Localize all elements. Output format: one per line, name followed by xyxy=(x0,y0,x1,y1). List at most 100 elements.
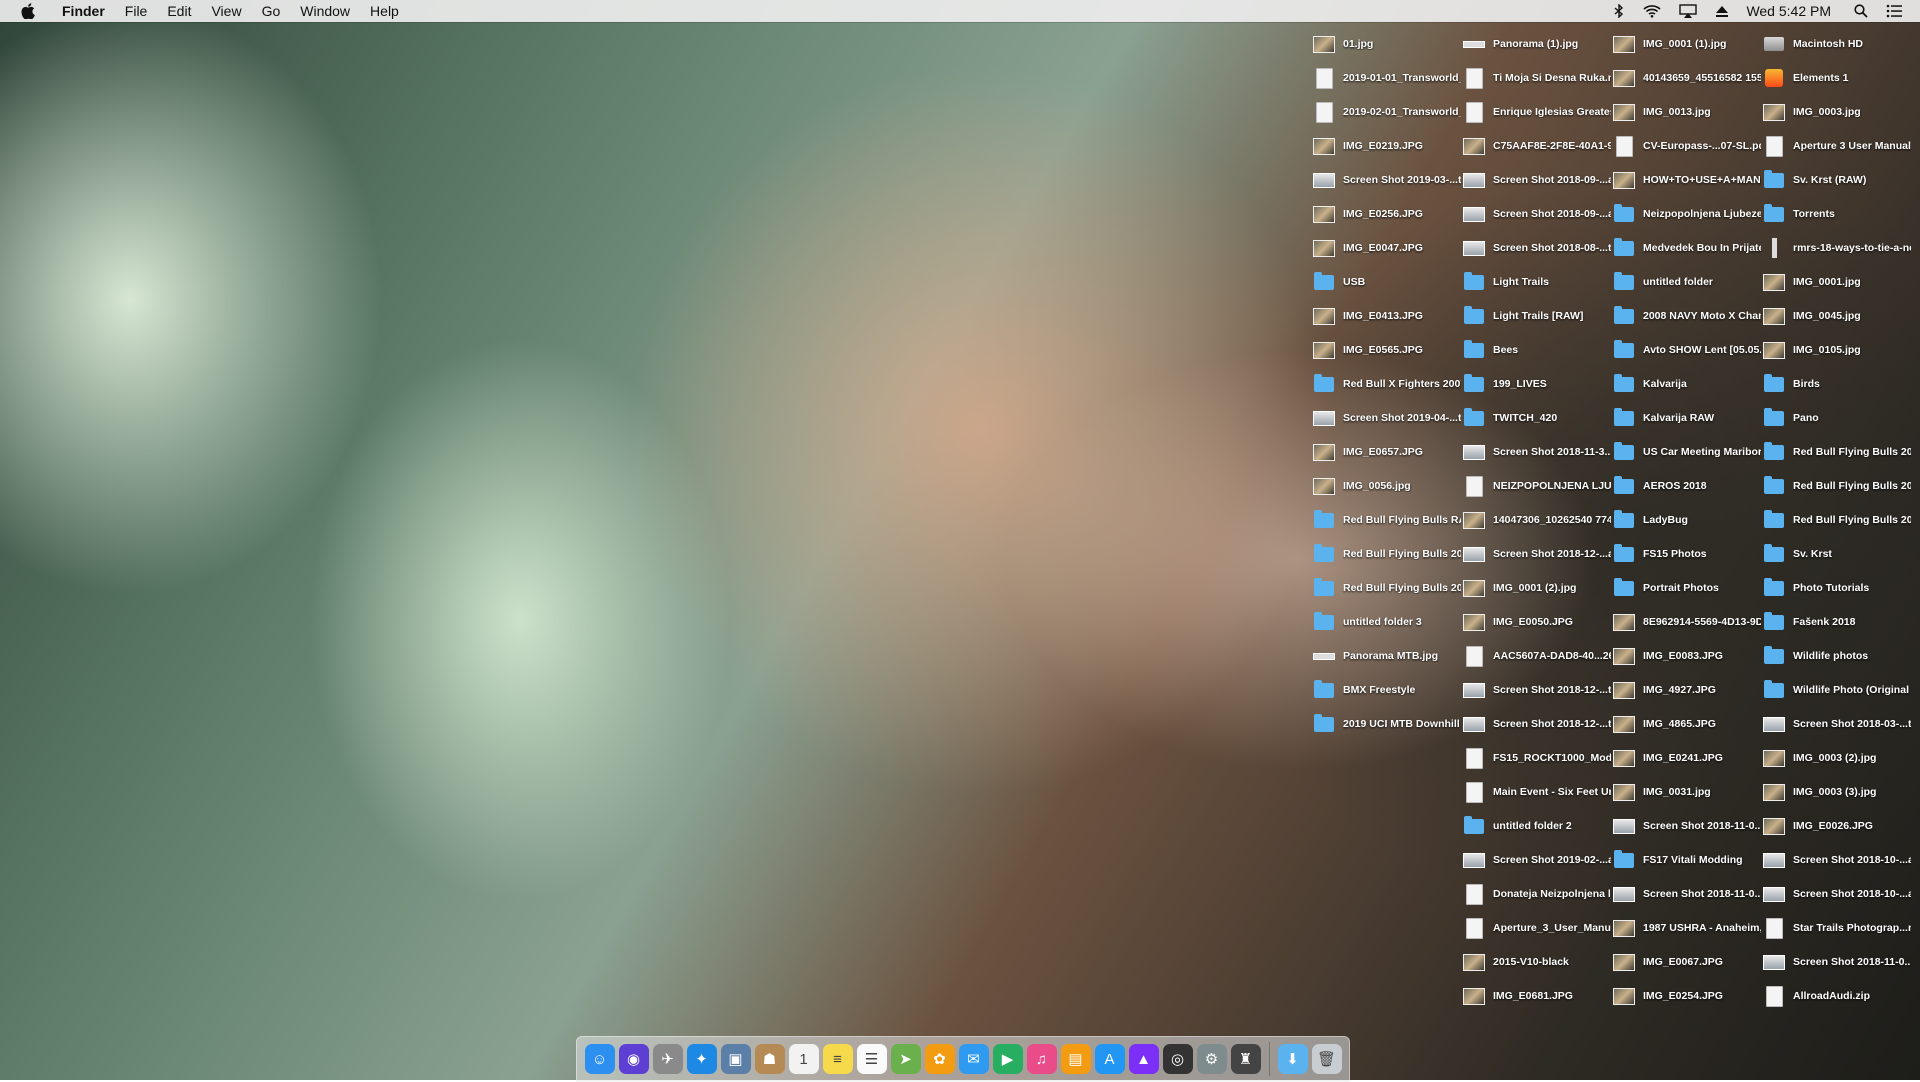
desktop-item[interactable]: Red Bull Flying Bulls 2019 xyxy=(1313,538,1463,570)
desktop-item[interactable]: IMG_0031.jpg xyxy=(1613,776,1763,808)
photos-icon[interactable]: ✿ xyxy=(924,1044,955,1074)
desktop-item[interactable]: 2008 NAVY Moto X Championships xyxy=(1613,300,1763,332)
desktop-item[interactable]: Enrique Iglesias Greatest...glesias.mp3 xyxy=(1463,96,1613,128)
desktop-item[interactable]: IMG_4927.JPG xyxy=(1613,674,1763,706)
desktop-item[interactable]: 1987 USHRA - Anaheim, CA.mp4 xyxy=(1613,912,1763,944)
desktop-item[interactable]: IMG_0013.jpg xyxy=(1613,96,1763,128)
desktop-item[interactable]: Screen Shot 2018-11-3...t 20.03.18 xyxy=(1463,436,1613,468)
desktop-item[interactable]: Screen Shot 2018-12-...t 14.16.37 xyxy=(1463,674,1613,706)
desktop-item[interactable]: untitled folder 2 xyxy=(1463,810,1613,842)
desktop-item[interactable]: Screen Shot 2019-02-...at 02.15.18 xyxy=(1463,844,1613,876)
aperture-icon[interactable]: ◎ xyxy=(1162,1044,1193,1074)
desktop-item[interactable]: Screen Shot 2018-09-...at 19.37.12 xyxy=(1463,198,1613,230)
desktop-item[interactable]: Screen Shot 2019-03-...t 22.52.48 xyxy=(1313,164,1463,196)
desktop-item[interactable]: Screen Shot 2018-10-...at 11.45.23 xyxy=(1763,878,1913,910)
desktop-item[interactable]: IMG_E0681.JPG xyxy=(1463,980,1613,1012)
desktop-item[interactable]: Aperture_3_User_Manual.pdf xyxy=(1463,912,1613,944)
menu-app-finder[interactable]: Finder xyxy=(52,3,115,19)
menu-file[interactable]: File xyxy=(115,3,158,19)
desktop-item[interactable]: IMG_E0047.JPG xyxy=(1313,232,1463,264)
desktop-item[interactable]: Macintosh HD xyxy=(1763,28,1913,60)
desktop-item[interactable]: Red Bull Flying Bulls 2018 xyxy=(1763,436,1913,468)
desktop-item[interactable]: Screen Shot 2018-11-0...t 13.06.01 xyxy=(1613,810,1763,842)
desktop-item[interactable]: 2019-01-01_Transworld_Motocross.pdf xyxy=(1313,62,1463,94)
desktop-item[interactable]: IMG_4865.JPG xyxy=(1613,708,1763,740)
desktop-item[interactable]: Portrait Photos xyxy=(1613,572,1763,604)
desktop-item[interactable]: Bees xyxy=(1463,334,1613,366)
desktop-item[interactable]: untitled folder xyxy=(1613,266,1763,298)
preview-icon[interactable]: ▣ xyxy=(720,1044,751,1074)
menubar-clock[interactable]: Wed 5:42 PM xyxy=(1746,3,1831,19)
desktop-item[interactable]: Medvedek Bou In Prijateljčki xyxy=(1613,232,1763,264)
desktop-item[interactable]: IMG_0001 (1).jpg xyxy=(1613,28,1763,60)
desktop-item[interactable]: USB xyxy=(1313,266,1463,298)
desktop-item[interactable]: 14047306_10262540 77493412...979_o.jpg xyxy=(1463,504,1613,536)
desktop-item[interactable]: CV-Europass-...07-SL.pdf xyxy=(1613,130,1763,162)
desktop-item[interactable]: Screen Shot 2018-03-...t 16.46.06 xyxy=(1763,708,1913,740)
desktop-item[interactable]: Donateja Neizpolnjena ljubezen.pdf xyxy=(1463,878,1613,910)
desktop-item[interactable]: IMG_E0083.JPG xyxy=(1613,640,1763,672)
affinity-icon[interactable]: ▲ xyxy=(1128,1044,1159,1074)
desktop-item[interactable]: Screen Shot 2018-12-...t 00.21.20 xyxy=(1463,708,1613,740)
desktop-item[interactable]: AAC5607A-DAD8-40...269C.jpeg xyxy=(1463,640,1613,672)
desktop-item[interactable]: Screen Shot 2018-11-0...t 19.31.07 xyxy=(1763,946,1913,978)
safari-icon[interactable]: ✦ xyxy=(686,1044,717,1074)
siri-icon[interactable]: ◉ xyxy=(618,1044,649,1074)
bluetooth-icon[interactable] xyxy=(1613,4,1625,18)
desktop-item[interactable]: Wildlife photos xyxy=(1763,640,1913,672)
desktop-item[interactable]: rmrs-18-ways-to-tie-a-necktie-poster-600 xyxy=(1763,232,1913,264)
desktop-item[interactable]: Kalvarija xyxy=(1613,368,1763,400)
desktop-item[interactable]: IMG_0001 (2).jpg xyxy=(1463,572,1613,604)
desktop-item[interactable]: Kalvarija RAW xyxy=(1613,402,1763,434)
apple-menu-icon[interactable] xyxy=(18,1,38,21)
menu-go[interactable]: Go xyxy=(252,3,291,19)
desktop-item[interactable]: Light Trails [RAW] xyxy=(1463,300,1613,332)
desktop-item[interactable]: FS15 Photos xyxy=(1613,538,1763,570)
desktop-item[interactable]: Sv. Krst xyxy=(1763,538,1913,570)
desktop-item[interactable]: Photo Tutorials xyxy=(1763,572,1913,604)
desktop-item[interactable]: IMG_E0219.JPG xyxy=(1313,130,1463,162)
desktop-item[interactable]: Pano xyxy=(1763,402,1913,434)
launchpad-icon[interactable]: ✈ xyxy=(652,1044,683,1074)
desktop-item[interactable]: Star Trails Photograp...ning Tools xyxy=(1763,912,1913,944)
desktop-item[interactable]: 2019-02-01_Transworld_Motocross.pdf xyxy=(1313,96,1463,128)
desktop-item[interactable]: Red Bull Flying Bulls 2018 Video xyxy=(1763,504,1913,536)
desktop-item[interactable]: IMG_0056.jpg xyxy=(1313,470,1463,502)
desktop-item[interactable]: IMG_0003 (2).jpg xyxy=(1763,742,1913,774)
desktop-item[interactable]: IMG_0001.jpg xyxy=(1763,266,1913,298)
notes-icon[interactable]: ≡ xyxy=(822,1044,853,1074)
desktop-item[interactable]: C75AAF8E-2F8E-40A1-9E3F-E...42F21.jpeg xyxy=(1463,130,1613,162)
finder-icon[interactable]: ☺ xyxy=(584,1044,615,1074)
desktop-item[interactable]: IMG_0003.jpg xyxy=(1763,96,1913,128)
desktop-item[interactable]: IMG_0045.jpg xyxy=(1763,300,1913,332)
desktop-item[interactable]: HOW+TO+USE+A+MANFROTTO...IPOD.mp4 xyxy=(1613,164,1763,196)
desktop-item[interactable]: Screen Shot 2018-09-...at 19.37.55 xyxy=(1463,164,1613,196)
desktop-item[interactable]: 199_LIVES xyxy=(1463,368,1613,400)
desktop-item[interactable]: IMG_0003 (3).jpg xyxy=(1763,776,1913,808)
desktop-item[interactable]: Main Event - Six Feet Undergro...tus EP.… xyxy=(1463,776,1613,808)
messages-icon[interactable]: ✉ xyxy=(958,1044,989,1074)
desktop-item[interactable]: IMG_E0256.JPG xyxy=(1313,198,1463,230)
desktop-item[interactable]: Red Bull Flying Bulls 2019 (1) xyxy=(1313,572,1463,604)
desktop-item[interactable]: Elements 1 xyxy=(1763,62,1913,94)
desktop-item[interactable]: 2019 UCI MTB Downhill xyxy=(1313,708,1463,740)
maps-icon[interactable]: ➤ xyxy=(890,1044,921,1074)
trash-icon[interactable]: 🗑 xyxy=(1311,1044,1342,1074)
airplay-icon[interactable] xyxy=(1679,4,1698,18)
desktop-item[interactable]: Neizpopolnjena Ljubezen xyxy=(1613,198,1763,230)
desktop-item[interactable]: Screen Shot 2018-10-...at 03.11.27 xyxy=(1763,844,1913,876)
desktop-item[interactable]: AEROS 2018 xyxy=(1613,470,1763,502)
desktop-item[interactable]: FS15_ROCKT1000_ModLandNet_2.zip xyxy=(1463,742,1613,774)
itunes-icon[interactable]: ♫ xyxy=(1026,1044,1057,1074)
desktop-item[interactable]: TWITCH_420 xyxy=(1463,402,1613,434)
facetime-icon[interactable]: ▶ xyxy=(992,1044,1023,1074)
desktop-item[interactable]: LadyBug xyxy=(1613,504,1763,536)
desktop-item[interactable]: BMX Freestyle xyxy=(1313,674,1463,706)
desktop-item[interactable]: Screen Shot 2018-08-...t 18.04.22 xyxy=(1463,232,1613,264)
contacts-icon[interactable]: ☗ xyxy=(754,1044,785,1074)
desktop-item[interactable]: 40143659_45516582 1558537_...2980352_n xyxy=(1613,62,1763,94)
desktop-item[interactable]: Screen Shot 2019-04-...t 20.50.02 xyxy=(1313,402,1463,434)
calendar-icon[interactable]: 1 xyxy=(788,1044,819,1074)
reminders-icon[interactable]: ☰ xyxy=(856,1044,887,1074)
menu-edit[interactable]: Edit xyxy=(157,3,201,19)
